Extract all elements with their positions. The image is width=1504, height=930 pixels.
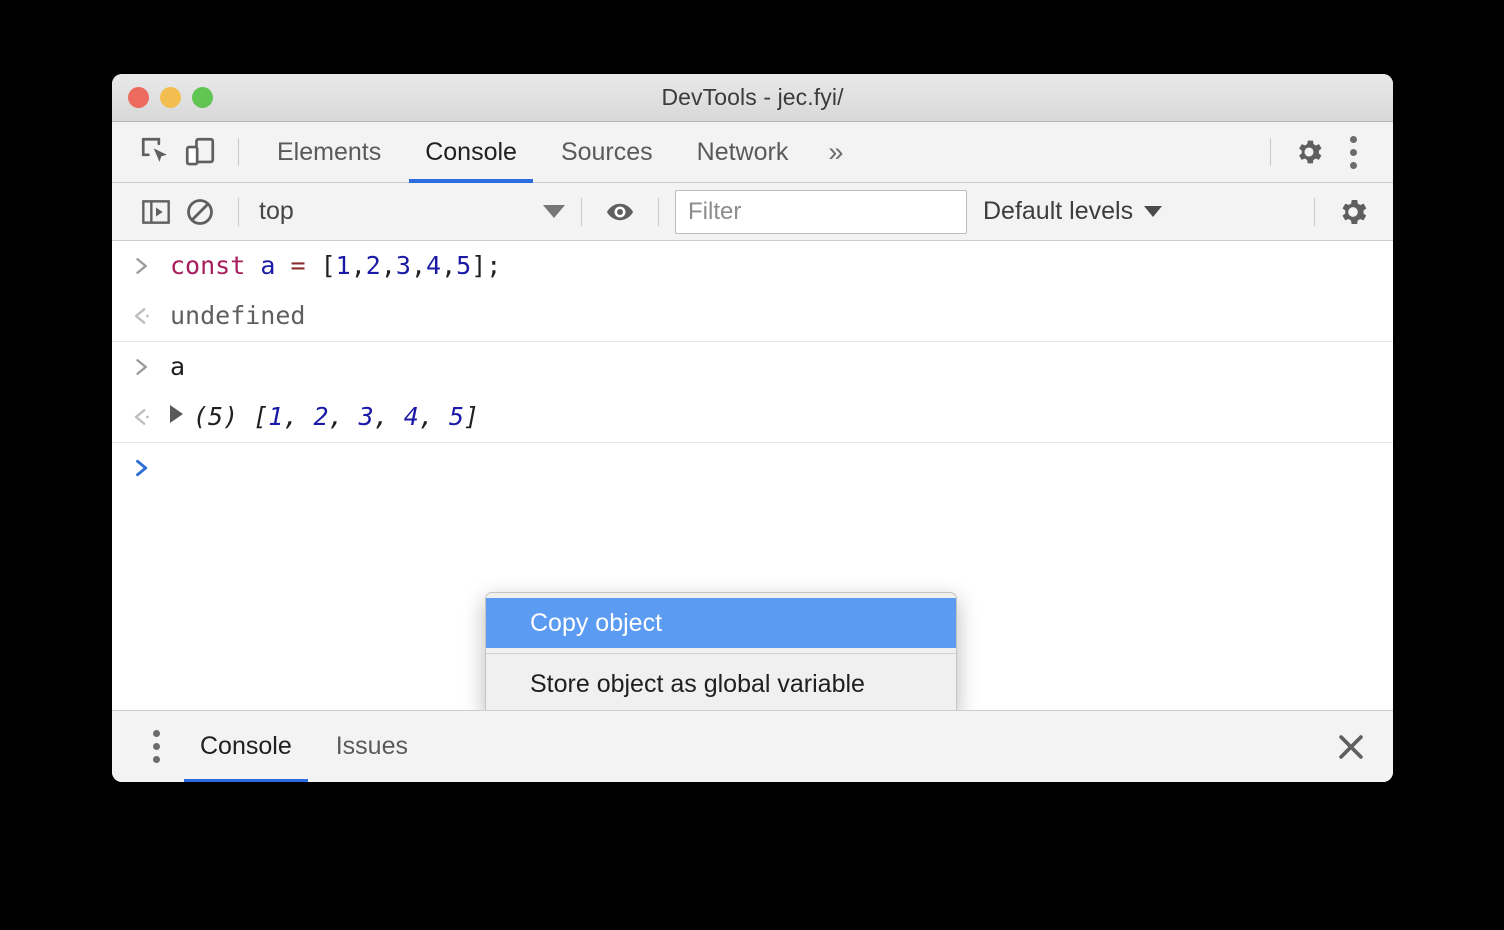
context-menu-separator [486, 653, 956, 654]
execution-context-label: top [259, 197, 294, 225]
token-number-1: 1 [335, 251, 351, 280]
log-levels-label: Default levels [983, 197, 1134, 225]
window-title: DevTools - jec.fyi/ [661, 84, 844, 110]
drawer-tab-console[interactable]: Console [178, 711, 314, 782]
context-menu-item-copy-object-label: Copy object [530, 608, 663, 637]
console-input-expression-a: a [170, 352, 186, 381]
clear-console-icon[interactable] [178, 190, 222, 234]
token-number-2: 2 [365, 251, 381, 280]
token-variable: a [260, 251, 276, 280]
chevron-down-icon [1144, 206, 1163, 217]
disclosure-triangle-icon[interactable] [170, 405, 183, 423]
token-number-5: 5 [456, 251, 472, 280]
device-toolbar-icon[interactable] [178, 130, 222, 174]
devtools-window: DevTools - jec.fyi/ Elements Console Sou… [112, 74, 1393, 782]
token-bracket-close: ] [471, 251, 487, 280]
filterbar-right [1298, 190, 1393, 234]
input-arrow-icon [134, 249, 170, 275]
execution-context-selector[interactable]: top [255, 192, 565, 232]
filter-input[interactable] [675, 189, 967, 234]
context-menu-item-store-global-label: Store object as global variable [530, 669, 865, 698]
main-toolbar-right [1254, 130, 1393, 174]
array-preview[interactable]: (5) [1, 2, 3, 4, 5] [170, 400, 1393, 434]
filterbar-divider-4 [1314, 197, 1315, 226]
token-operator: = [290, 251, 306, 280]
prompt-arrow-icon [134, 451, 170, 477]
token-keyword: const [170, 251, 246, 280]
drawer-tab-console-label: Console [200, 732, 292, 760]
input-arrow-icon [134, 350, 170, 376]
log-levels-dropdown[interactable]: Default levels [967, 197, 1178, 226]
more-tabs-icon[interactable]: » [810, 122, 861, 183]
zoom-window-button[interactable] [192, 87, 213, 108]
console-filter-toolbar: top Default levels [112, 183, 1393, 241]
drawer-right [1329, 725, 1393, 769]
filterbar-divider-1 [238, 197, 239, 226]
array-item-2: 3 [358, 402, 374, 431]
console-message-input[interactable]: const a = [1,2,3,4,5]; [112, 241, 1393, 291]
screenshot-stage: DevTools - jec.fyi/ Elements Console Sou… [0, 0, 1504, 930]
console-prompt-row[interactable] [112, 443, 1393, 485]
gear-icon[interactable] [1331, 190, 1375, 234]
filterbar-divider-2 [581, 197, 582, 226]
token-semicolon: ; [486, 251, 502, 280]
result-arrow-icon [134, 400, 170, 426]
close-icon[interactable] [1329, 725, 1373, 769]
token-comma-3: , [410, 251, 427, 280]
array-bracket-open: [ [253, 402, 269, 431]
array-length-label: (5) [193, 402, 239, 431]
tab-network-label: Network [696, 137, 789, 166]
array-item-1: 2 [313, 402, 329, 431]
context-menu-item-copy-object[interactable]: Copy object [486, 598, 956, 648]
tab-console-label: Console [425, 137, 517, 166]
array-item-4: 5 [448, 402, 465, 431]
eye-icon[interactable] [598, 190, 642, 234]
array-item-0: 1 [268, 402, 284, 431]
chevron-down-icon [543, 205, 565, 218]
drawer-tab-issues[interactable]: Issues [314, 711, 430, 783]
array-bracket-close: ] [464, 402, 480, 431]
console-result-undefined: undefined [170, 301, 306, 330]
minimize-window-button[interactable] [160, 87, 181, 108]
console-message-result[interactable]: undefined [112, 291, 1393, 342]
tab-sources-label: Sources [560, 137, 653, 166]
tab-network[interactable]: Network [675, 122, 811, 183]
gear-icon[interactable] [1287, 130, 1331, 174]
tab-console[interactable]: Console [403, 122, 539, 183]
filterbar-divider-3 [658, 197, 659, 226]
console-input-expression: const a = [1,2,3,4,5]; [170, 249, 1393, 283]
context-menu-item-store-global[interactable]: Store object as global variable [486, 659, 956, 709]
drawer-toolbar: Console Issues [112, 710, 1393, 782]
more-tabs-label: » [828, 136, 844, 167]
array-item-3: 4 [403, 402, 419, 431]
inspect-cursor-icon[interactable] [134, 130, 178, 174]
kebab-menu-icon[interactable] [134, 725, 178, 769]
title-bar: DevTools - jec.fyi/ [112, 74, 1393, 122]
console-sidebar-icon[interactable] [134, 190, 178, 234]
token-comma-2: , [380, 251, 396, 280]
tab-elements-label: Elements [277, 137, 382, 166]
token-number-3: 3 [395, 251, 411, 280]
main-toolbar: Elements Console Sources Network » [112, 122, 1393, 183]
toolbar-divider [238, 138, 239, 166]
kebab-dots [141, 725, 171, 769]
console-message-array-result[interactable]: (5) [1, 2, 3, 4, 5] [112, 392, 1393, 443]
context-menu[interactable]: Copy object Store object as global varia… [485, 592, 957, 710]
console-message-input-a[interactable]: a [112, 342, 1393, 392]
tab-sources[interactable]: Sources [539, 122, 675, 183]
toolbar-divider-right [1270, 138, 1271, 166]
result-arrow-icon [134, 299, 170, 325]
token-comma-4: , [441, 251, 457, 280]
console-output[interactable]: const a = [1,2,3,4,5]; undefined a (5) [… [112, 241, 1393, 710]
close-window-button[interactable] [128, 87, 149, 108]
token-bracket-open: [ [320, 251, 336, 280]
token-number-4: 4 [426, 251, 442, 280]
token-comma-1: , [350, 251, 366, 280]
traffic-lights [128, 74, 213, 121]
tab-elements[interactable]: Elements [255, 122, 403, 183]
kebab-dots [1338, 130, 1368, 174]
drawer-tab-issues-label: Issues [335, 732, 408, 760]
kebab-menu-icon[interactable] [1331, 130, 1375, 174]
